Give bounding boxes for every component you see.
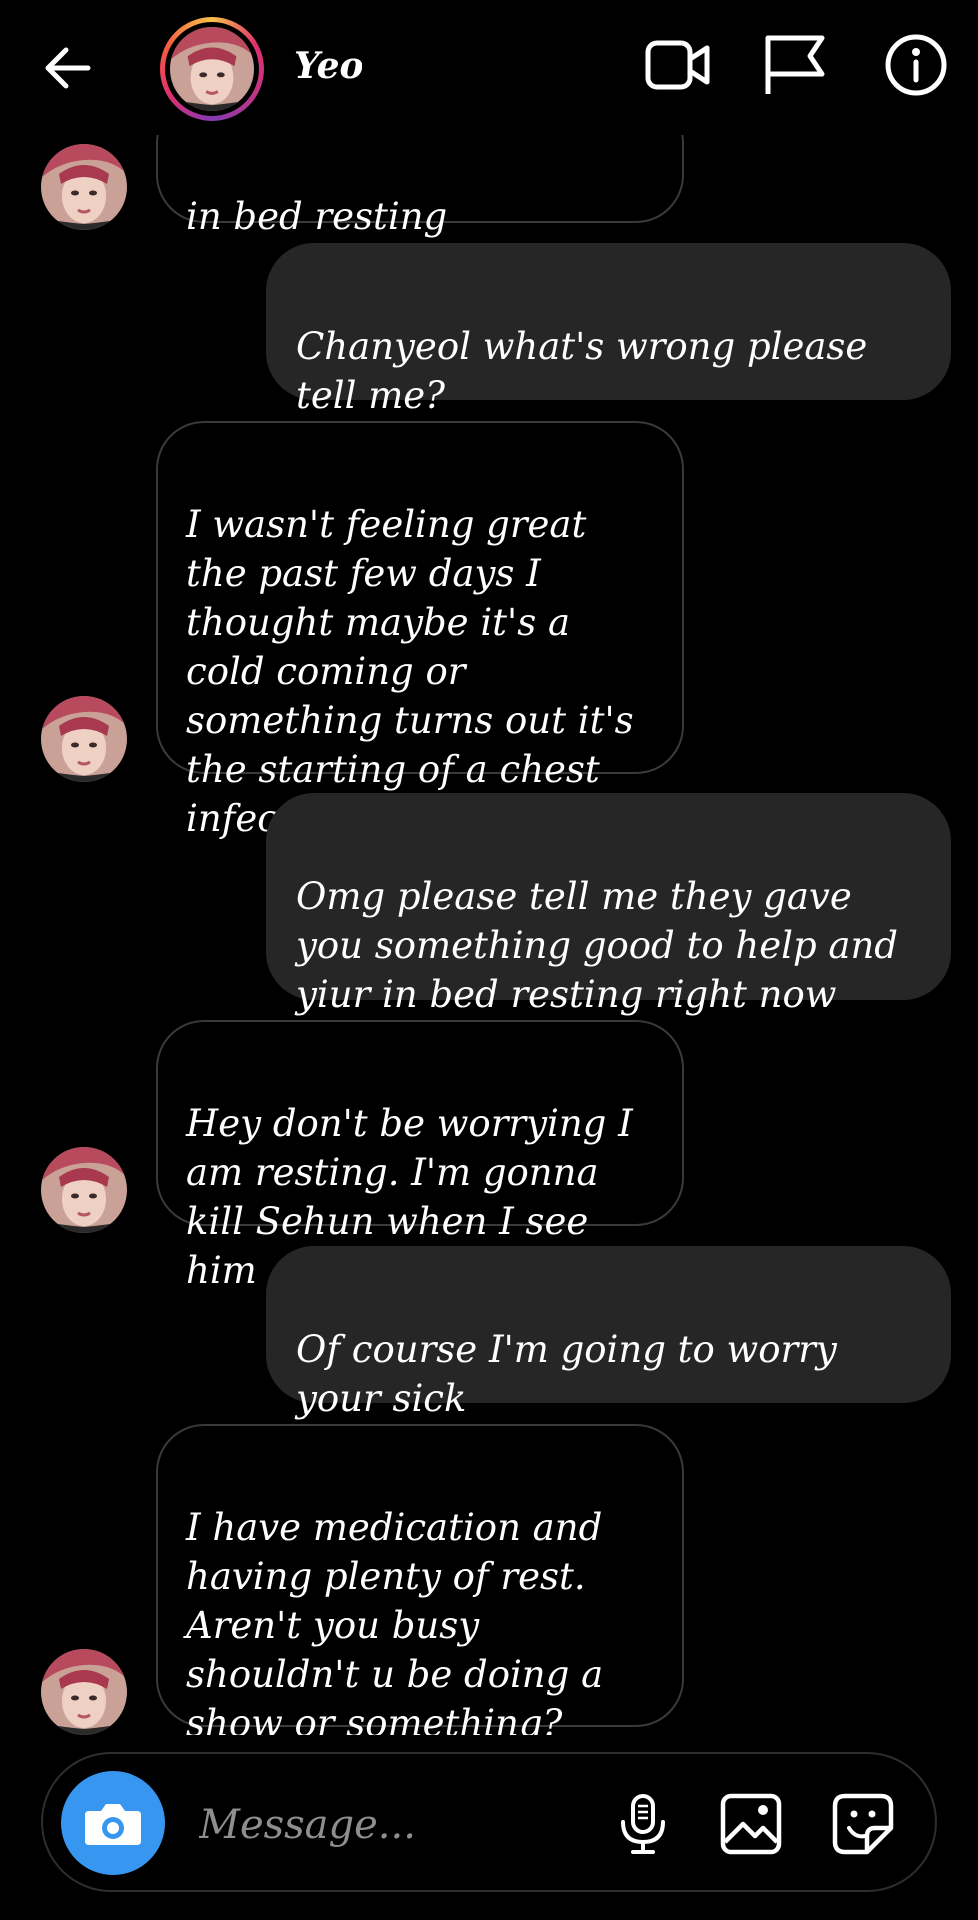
message-composer [41,1752,937,1892]
outgoing-message[interactable]: Omg please tell me they gave you somethi… [266,793,951,1016]
avatar-image [41,1147,127,1233]
voice-message-button[interactable] [611,1792,675,1856]
message-list[interactable]: in bed resting Chanyeol what's wrong ple… [0,0,978,1735]
flag-icon [765,35,825,94]
chat-header: Yeol [0,0,978,135]
image-icon [720,1793,782,1855]
message-text: I have medication and having plenty of r… [186,1506,604,1735]
video-call-button[interactable] [645,32,711,98]
incoming-message[interactable]: Hey don't be worrying I am resting. I'm … [156,1020,684,1292]
message-input[interactable] [197,1794,621,1856]
message-text: in bed resting [186,195,448,238]
incoming-message[interactable]: I have medication and having plenty of r… [156,1424,684,1735]
arrow-left-icon [45,47,91,89]
message-text: Chanyeol what's wrong please tell me? [296,325,868,417]
sender-avatar[interactable] [41,696,127,782]
camera-icon [85,1804,141,1845]
report-button[interactable] [762,32,828,98]
profile-avatar[interactable] [160,17,264,121]
sticker-button[interactable] [831,1792,895,1856]
outgoing-message[interactable]: Of course I'm going to worry your sick [266,1246,951,1420]
avatar-image [41,696,127,782]
back-button[interactable] [40,40,96,96]
message-text: Omg please tell me they gave you somethi… [296,875,898,1016]
info-button[interactable] [883,32,949,98]
gallery-button[interactable] [719,1792,783,1856]
avatar-image [41,1649,127,1735]
incoming-message[interactable]: I wasn't feeling great the past few days… [156,421,684,840]
chat-username[interactable]: Yeol [294,45,362,87]
sender-avatar[interactable] [41,144,127,230]
avatar-image [41,144,127,230]
avatar-image [170,27,254,111]
outgoing-message[interactable]: Chanyeol what's wrong please tell me? [266,243,951,417]
info-icon [885,34,947,96]
microphone-icon [621,1794,665,1854]
message-text: Of course I'm going to worry your sick [296,1328,837,1420]
sender-avatar[interactable] [41,1649,127,1735]
message-text: I wasn't feeling great the past few days… [186,503,634,840]
sticker-icon [832,1793,894,1855]
sender-avatar[interactable] [41,1147,127,1233]
video-camera-icon [645,40,710,90]
camera-button[interactable] [61,1771,165,1875]
